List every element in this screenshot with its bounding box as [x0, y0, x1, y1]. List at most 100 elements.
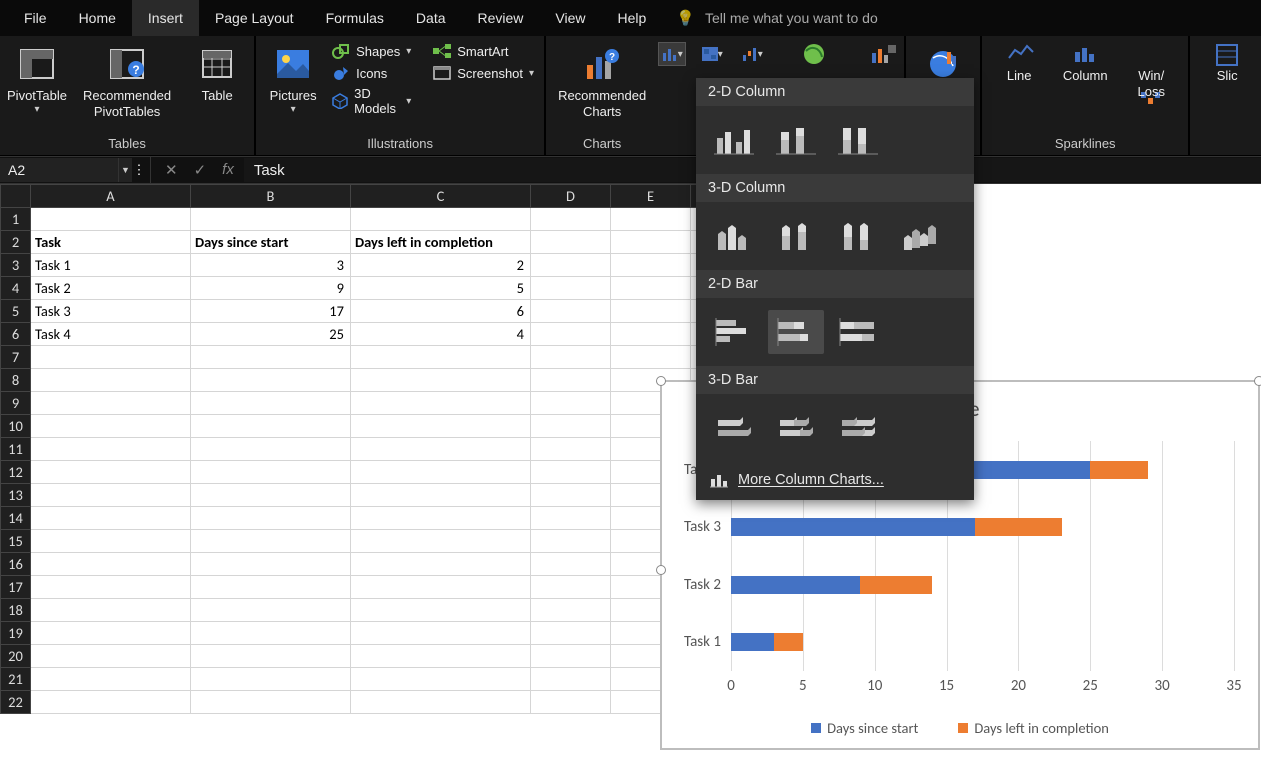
cell-A4[interactable]: Task 2	[31, 277, 191, 300]
globe-icon	[925, 46, 961, 82]
menu-data[interactable]: Data	[400, 0, 462, 36]
cell-C4[interactable]: 5	[351, 277, 531, 300]
svg-text:?: ?	[609, 52, 615, 63]
name-box[interactable]: A2	[0, 158, 118, 182]
menu-view[interactable]: View	[539, 0, 601, 36]
cell-B4[interactable]: 9	[191, 277, 351, 300]
insert-pivotchart-button[interactable]	[870, 42, 898, 66]
insert-waterfall-chart-button[interactable]	[738, 42, 766, 66]
chart-3d-100pct-stacked-column[interactable]	[830, 214, 886, 258]
col-header-C[interactable]: C	[351, 185, 531, 208]
cell-B3[interactable]: 3	[191, 254, 351, 277]
cancel-formula-icon[interactable]: ✕	[165, 161, 178, 179]
chart-clustered-column[interactable]	[706, 118, 762, 162]
cube-icon	[332, 92, 348, 110]
cell-A6[interactable]: Task 4	[31, 323, 191, 346]
sparkline-line-button[interactable]: Line	[988, 40, 1050, 86]
recommended-charts-icon: ?	[584, 46, 620, 82]
menu-file[interactable]: File	[8, 0, 63, 36]
menu-help[interactable]: Help	[602, 0, 663, 36]
chart-100pct-stacked-bar[interactable]	[830, 310, 886, 354]
screenshot-button[interactable]: Screenshot	[429, 62, 538, 84]
chart-bar-segment[interactable]	[975, 518, 1061, 536]
ribbon-group-charts: ? Recommended Charts Charts	[546, 36, 658, 155]
ribbon-group-label-charts: Charts	[552, 136, 652, 153]
icons-button[interactable]: Icons	[328, 62, 415, 84]
more-column-charts-button[interactable]: More Column Charts...	[696, 462, 974, 500]
chart-bar-segment[interactable]	[774, 633, 803, 651]
slicer-icon	[1216, 44, 1238, 66]
table-icon	[199, 46, 235, 82]
3d-models-button[interactable]: 3D Models	[328, 84, 415, 118]
insert-hierarchy-chart-button[interactable]	[698, 42, 726, 66]
pivottable-button[interactable]: PivotTable	[6, 40, 68, 119]
cell-B6[interactable]: 25	[191, 323, 351, 346]
cell-A5[interactable]: Task 3	[31, 300, 191, 323]
cell-C3[interactable]: 2	[351, 254, 531, 277]
cell-A2[interactable]: Task	[31, 231, 191, 254]
tell-me-input[interactable]: Tell me what you want to do	[705, 10, 878, 26]
chart-bar-segment[interactable]	[731, 633, 774, 651]
enter-formula-icon[interactable]: ✓	[194, 161, 207, 179]
chart-category-label: Task 1	[684, 633, 721, 651]
sparkline-winloss-button[interactable]: Win/ Loss	[1120, 40, 1182, 103]
chart-stacked-bar[interactable]	[768, 310, 824, 354]
chart-clustered-bar[interactable]	[706, 310, 762, 354]
icons-icon	[332, 64, 350, 82]
cell-B2[interactable]: Days since start	[191, 231, 351, 254]
cell-A3[interactable]: Task 1	[31, 254, 191, 277]
cell-C6[interactable]: 4	[351, 323, 531, 346]
shapes-button[interactable]: Shapes	[328, 40, 415, 62]
resize-handle[interactable]	[656, 376, 666, 386]
column-chart-icon	[710, 472, 728, 488]
chart-3d-stacked-bar[interactable]	[768, 406, 824, 450]
smartart-button[interactable]: SmartArt	[429, 40, 538, 62]
cell-B5[interactable]: 17	[191, 300, 351, 323]
select-all-corner[interactable]	[1, 185, 31, 208]
col-header-E[interactable]: E	[611, 185, 691, 208]
dropdown-section-2d-column: 2-D Column	[696, 78, 974, 106]
recommended-pivottables-icon: ?	[109, 46, 145, 82]
menu-home[interactable]: Home	[63, 0, 132, 36]
col-header-A[interactable]: A	[31, 185, 191, 208]
insert-column-chart-button[interactable]	[658, 42, 686, 66]
menu-review[interactable]: Review	[462, 0, 540, 36]
shapes-icon	[332, 42, 350, 60]
pictures-button[interactable]: Pictures	[262, 40, 324, 119]
recommended-pivottables-button[interactable]: ? Recommended PivotTables	[72, 40, 182, 123]
sparkline-column-icon	[1074, 44, 1096, 66]
table-button[interactable]: Table	[186, 40, 248, 106]
chart-3d-clustered-column[interactable]	[706, 214, 762, 258]
resize-handle[interactable]	[1254, 376, 1261, 386]
col-header-B[interactable]: B	[191, 185, 351, 208]
chart-bar-segment[interactable]	[731, 576, 860, 594]
recommended-charts-button[interactable]: ? Recommended Charts	[552, 40, 652, 123]
fx-icon[interactable]: fx	[222, 161, 234, 179]
chart-3d-clustered-bar[interactable]	[706, 406, 762, 450]
chart-3d-stacked-column[interactable]	[768, 214, 824, 258]
chart-3d-100pct-stacked-bar[interactable]	[830, 406, 886, 450]
chart-bar-segment[interactable]	[1090, 461, 1147, 479]
worksheet-area[interactable]: A B C D E J K L 1 2 Task Days since star…	[0, 184, 1261, 766]
pictures-icon	[275, 46, 311, 82]
chart-bar-segment[interactable]	[860, 576, 932, 594]
chart-100pct-stacked-column[interactable]	[830, 118, 886, 162]
slicer-button[interactable]: Slic	[1196, 40, 1258, 86]
chart-bar-segment[interactable]	[731, 518, 975, 536]
menu-insert[interactable]: Insert	[132, 0, 199, 36]
insert-column-chart-dropdown[interactable]: 2-D Column 3-D Column 2-D Bar	[696, 78, 974, 500]
menu-pagelayout[interactable]: Page Layout	[199, 0, 310, 36]
ribbon-group-label-sparklines: Sparklines	[988, 136, 1182, 153]
sparkline-column-button[interactable]: Column	[1054, 40, 1116, 86]
cell-C2[interactable]: Days left in completion	[351, 231, 531, 254]
resize-handle[interactable]	[656, 565, 666, 575]
menu-formulas[interactable]: Formulas	[310, 0, 400, 36]
cell-C5[interactable]: 6	[351, 300, 531, 323]
insert-map-chart-button[interactable]	[800, 42, 828, 66]
ribbon-group-filters: Slic	[1190, 36, 1261, 155]
chart-legend[interactable]: Days since start Days left in completion	[661, 719, 1259, 737]
col-header-D[interactable]: D	[531, 185, 611, 208]
chart-3d-column[interactable]	[892, 214, 948, 258]
name-box-dropdown[interactable]: ▼	[118, 158, 132, 182]
chart-stacked-column[interactable]	[768, 118, 824, 162]
